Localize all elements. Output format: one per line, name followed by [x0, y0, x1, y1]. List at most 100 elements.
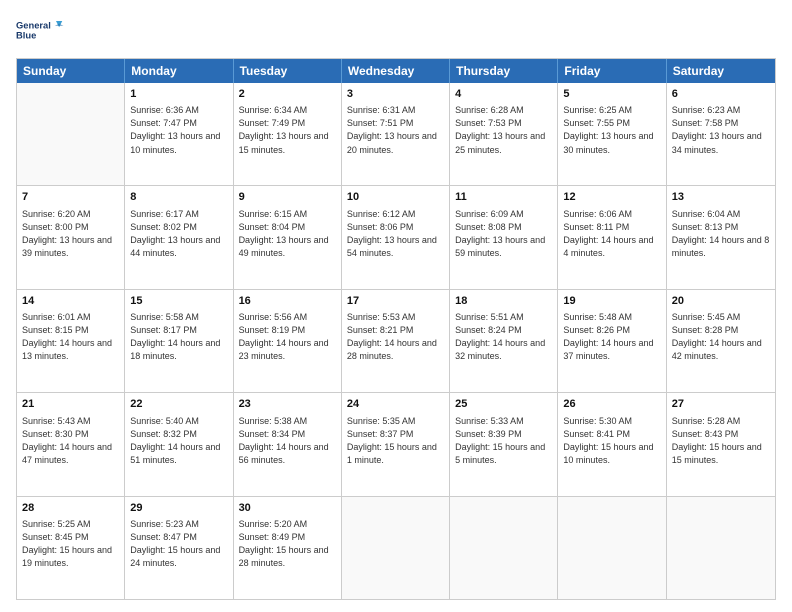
day-number: 7: [22, 190, 119, 205]
day-info: Sunrise: 5:35 AMSunset: 8:37 PMDaylight:…: [347, 415, 444, 467]
day-info: Sunrise: 5:51 AMSunset: 8:24 PMDaylight:…: [455, 311, 552, 363]
cal-cell-6: 6 Sunrise: 6:23 AMSunset: 7:58 PMDayligh…: [667, 83, 775, 185]
day-info: Sunrise: 5:38 AMSunset: 8:34 PMDaylight:…: [239, 415, 336, 467]
day-number: 5: [563, 87, 660, 102]
day-number: 4: [455, 87, 552, 102]
day-info: Sunrise: 6:17 AMSunset: 8:02 PMDaylight:…: [130, 208, 227, 260]
cal-week-3: 14 Sunrise: 6:01 AMSunset: 8:15 PMDaylig…: [17, 290, 775, 393]
cal-cell-12: 12 Sunrise: 6:06 AMSunset: 8:11 PMDaylig…: [558, 186, 666, 288]
day-number: 29: [130, 501, 227, 516]
calendar-header: SundayMondayTuesdayWednesdayThursdayFrid…: [17, 59, 775, 83]
cal-cell-21: 21 Sunrise: 5:43 AMSunset: 8:30 PMDaylig…: [17, 393, 125, 495]
cal-cell-23: 23 Sunrise: 5:38 AMSunset: 8:34 PMDaylig…: [234, 393, 342, 495]
cal-cell-15: 15 Sunrise: 5:58 AMSunset: 8:17 PMDaylig…: [125, 290, 233, 392]
day-number: 13: [672, 190, 770, 205]
day-number: 24: [347, 397, 444, 412]
day-info: Sunrise: 5:40 AMSunset: 8:32 PMDaylight:…: [130, 415, 227, 467]
cal-cell-11: 11 Sunrise: 6:09 AMSunset: 8:08 PMDaylig…: [450, 186, 558, 288]
day-info: Sunrise: 6:31 AMSunset: 7:51 PMDaylight:…: [347, 104, 444, 156]
cal-week-1: 1 Sunrise: 6:36 AMSunset: 7:47 PMDayligh…: [17, 83, 775, 186]
cal-cell-30: 30 Sunrise: 5:20 AMSunset: 8:49 PMDaylig…: [234, 497, 342, 599]
day-info: Sunrise: 5:53 AMSunset: 8:21 PMDaylight:…: [347, 311, 444, 363]
cal-header-sunday: Sunday: [17, 59, 125, 83]
day-number: 19: [563, 294, 660, 309]
day-info: Sunrise: 5:58 AMSunset: 8:17 PMDaylight:…: [130, 311, 227, 363]
logo-svg: General Blue: [16, 12, 66, 50]
cal-header-wednesday: Wednesday: [342, 59, 450, 83]
cal-cell-8: 8 Sunrise: 6:17 AMSunset: 8:02 PMDayligh…: [125, 186, 233, 288]
day-info: Sunrise: 5:33 AMSunset: 8:39 PMDaylight:…: [455, 415, 552, 467]
day-info: Sunrise: 6:01 AMSunset: 8:15 PMDaylight:…: [22, 311, 119, 363]
day-number: 21: [22, 397, 119, 412]
day-number: 16: [239, 294, 336, 309]
cal-cell-2: 2 Sunrise: 6:34 AMSunset: 7:49 PMDayligh…: [234, 83, 342, 185]
day-info: Sunrise: 6:25 AMSunset: 7:55 PMDaylight:…: [563, 104, 660, 156]
day-info: Sunrise: 6:23 AMSunset: 7:58 PMDaylight:…: [672, 104, 770, 156]
day-info: Sunrise: 6:20 AMSunset: 8:00 PMDaylight:…: [22, 208, 119, 260]
cal-cell-7: 7 Sunrise: 6:20 AMSunset: 8:00 PMDayligh…: [17, 186, 125, 288]
day-number: 23: [239, 397, 336, 412]
day-info: Sunrise: 6:06 AMSunset: 8:11 PMDaylight:…: [563, 208, 660, 260]
cal-cell-18: 18 Sunrise: 5:51 AMSunset: 8:24 PMDaylig…: [450, 290, 558, 392]
day-info: Sunrise: 6:28 AMSunset: 7:53 PMDaylight:…: [455, 104, 552, 156]
cal-cell-22: 22 Sunrise: 5:40 AMSunset: 8:32 PMDaylig…: [125, 393, 233, 495]
cal-week-4: 21 Sunrise: 5:43 AMSunset: 8:30 PMDaylig…: [17, 393, 775, 496]
cal-cell-16: 16 Sunrise: 5:56 AMSunset: 8:19 PMDaylig…: [234, 290, 342, 392]
day-number: 15: [130, 294, 227, 309]
cal-cell-29: 29 Sunrise: 5:23 AMSunset: 8:47 PMDaylig…: [125, 497, 233, 599]
cal-cell-27: 27 Sunrise: 5:28 AMSunset: 8:43 PMDaylig…: [667, 393, 775, 495]
cal-cell-empty-3: [342, 497, 450, 599]
day-number: 1: [130, 87, 227, 102]
day-info: Sunrise: 6:04 AMSunset: 8:13 PMDaylight:…: [672, 208, 770, 260]
cal-header-monday: Monday: [125, 59, 233, 83]
day-info: Sunrise: 5:20 AMSunset: 8:49 PMDaylight:…: [239, 518, 336, 570]
day-number: 22: [130, 397, 227, 412]
cal-cell-24: 24 Sunrise: 5:35 AMSunset: 8:37 PMDaylig…: [342, 393, 450, 495]
day-number: 2: [239, 87, 336, 102]
day-number: 20: [672, 294, 770, 309]
day-number: 28: [22, 501, 119, 516]
day-number: 3: [347, 87, 444, 102]
day-number: 6: [672, 87, 770, 102]
cal-cell-empty-0: [17, 83, 125, 185]
calendar-body: 1 Sunrise: 6:36 AMSunset: 7:47 PMDayligh…: [17, 83, 775, 599]
day-number: 26: [563, 397, 660, 412]
cal-cell-19: 19 Sunrise: 5:48 AMSunset: 8:26 PMDaylig…: [558, 290, 666, 392]
cal-cell-5: 5 Sunrise: 6:25 AMSunset: 7:55 PMDayligh…: [558, 83, 666, 185]
day-info: Sunrise: 6:12 AMSunset: 8:06 PMDaylight:…: [347, 208, 444, 260]
cal-cell-25: 25 Sunrise: 5:33 AMSunset: 8:39 PMDaylig…: [450, 393, 558, 495]
day-number: 8: [130, 190, 227, 205]
cal-cell-empty-4: [450, 497, 558, 599]
day-number: 14: [22, 294, 119, 309]
day-info: Sunrise: 5:43 AMSunset: 8:30 PMDaylight:…: [22, 415, 119, 467]
cal-cell-14: 14 Sunrise: 6:01 AMSunset: 8:15 PMDaylig…: [17, 290, 125, 392]
day-number: 10: [347, 190, 444, 205]
day-info: Sunrise: 5:45 AMSunset: 8:28 PMDaylight:…: [672, 311, 770, 363]
logo: General Blue: [16, 12, 66, 50]
calendar: SundayMondayTuesdayWednesdayThursdayFrid…: [16, 58, 776, 600]
day-info: Sunrise: 6:09 AMSunset: 8:08 PMDaylight:…: [455, 208, 552, 260]
day-number: 9: [239, 190, 336, 205]
cal-cell-3: 3 Sunrise: 6:31 AMSunset: 7:51 PMDayligh…: [342, 83, 450, 185]
cal-cell-13: 13 Sunrise: 6:04 AMSunset: 8:13 PMDaylig…: [667, 186, 775, 288]
cal-week-5: 28 Sunrise: 5:25 AMSunset: 8:45 PMDaylig…: [17, 497, 775, 599]
header: General Blue: [16, 12, 776, 50]
cal-header-saturday: Saturday: [667, 59, 775, 83]
day-info: Sunrise: 5:56 AMSunset: 8:19 PMDaylight:…: [239, 311, 336, 363]
day-number: 30: [239, 501, 336, 516]
page: General Blue SundayMondayTuesdayWednesda…: [0, 0, 792, 612]
day-number: 17: [347, 294, 444, 309]
svg-text:General: General: [16, 21, 51, 31]
day-info: Sunrise: 5:23 AMSunset: 8:47 PMDaylight:…: [130, 518, 227, 570]
cal-header-tuesday: Tuesday: [234, 59, 342, 83]
day-info: Sunrise: 5:48 AMSunset: 8:26 PMDaylight:…: [563, 311, 660, 363]
cal-header-thursday: Thursday: [450, 59, 558, 83]
day-info: Sunrise: 5:30 AMSunset: 8:41 PMDaylight:…: [563, 415, 660, 467]
cal-cell-4: 4 Sunrise: 6:28 AMSunset: 7:53 PMDayligh…: [450, 83, 558, 185]
cal-cell-empty-6: [667, 497, 775, 599]
cal-cell-17: 17 Sunrise: 5:53 AMSunset: 8:21 PMDaylig…: [342, 290, 450, 392]
day-info: Sunrise: 6:36 AMSunset: 7:47 PMDaylight:…: [130, 104, 227, 156]
cal-header-friday: Friday: [558, 59, 666, 83]
cal-cell-28: 28 Sunrise: 5:25 AMSunset: 8:45 PMDaylig…: [17, 497, 125, 599]
cal-cell-20: 20 Sunrise: 5:45 AMSunset: 8:28 PMDaylig…: [667, 290, 775, 392]
